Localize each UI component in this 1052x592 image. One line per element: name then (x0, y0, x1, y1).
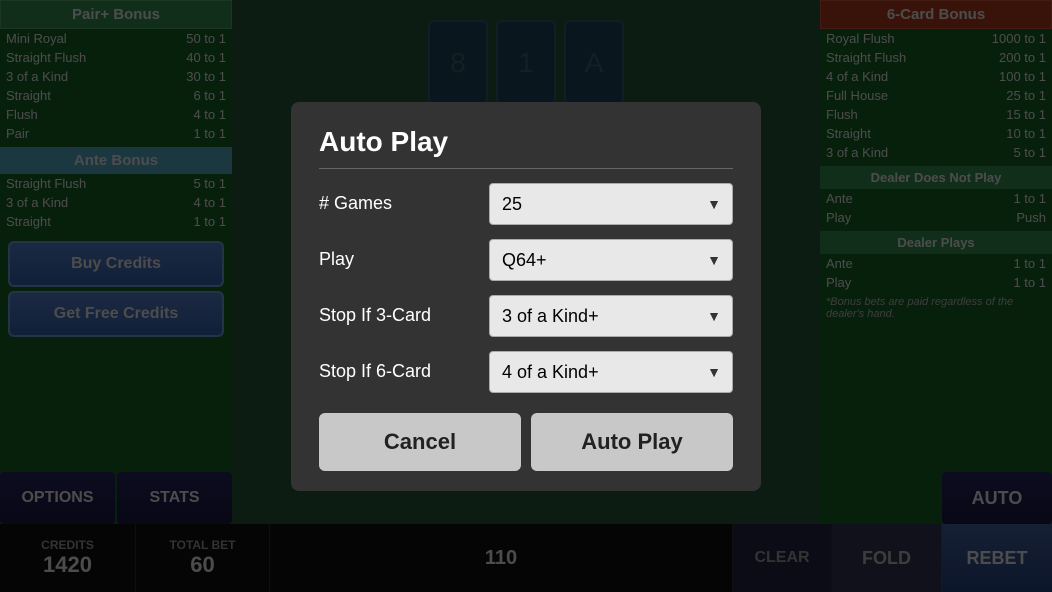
play-select-wrapper[interactable]: AlwaysQ64+Pair+ (489, 239, 733, 281)
games-label: # Games (319, 193, 489, 214)
stop-three-card-select[interactable]: Never3 of a Kind+Straight+Flush+Full Hou… (489, 295, 733, 337)
stop-six-card-select[interactable]: Never3 of a Kind+Straight+Flush+Full Hou… (489, 351, 733, 393)
games-select[interactable]: 5102550100Infinite (489, 183, 733, 225)
modal-buttons: Cancel Auto Play (319, 413, 733, 471)
play-row: Play AlwaysQ64+Pair+ (319, 239, 733, 281)
stop-six-card-select-wrapper[interactable]: Never3 of a Kind+Straight+Flush+Full Hou… (489, 351, 733, 393)
stop-six-card-row: Stop If 6-Card Never3 of a Kind+Straight… (319, 351, 733, 393)
play-select[interactable]: AlwaysQ64+Pair+ (489, 239, 733, 281)
stop-three-card-row: Stop If 3-Card Never3 of a Kind+Straight… (319, 295, 733, 337)
stop-six-card-label: Stop If 6-Card (319, 361, 489, 382)
play-label: Play (319, 249, 489, 270)
stop-three-card-label: Stop If 3-Card (319, 305, 489, 326)
auto-play-modal: Auto Play # Games 5102550100Infinite Pla… (291, 102, 761, 491)
stop-three-card-select-wrapper[interactable]: Never3 of a Kind+Straight+Flush+Full Hou… (489, 295, 733, 337)
modal-overlay: Auto Play # Games 5102550100Infinite Pla… (0, 0, 1052, 592)
games-select-wrapper[interactable]: 5102550100Infinite (489, 183, 733, 225)
games-row: # Games 5102550100Infinite (319, 183, 733, 225)
cancel-button[interactable]: Cancel (319, 413, 521, 471)
autoplay-confirm-button[interactable]: Auto Play (531, 413, 733, 471)
modal-title: Auto Play (319, 126, 733, 169)
